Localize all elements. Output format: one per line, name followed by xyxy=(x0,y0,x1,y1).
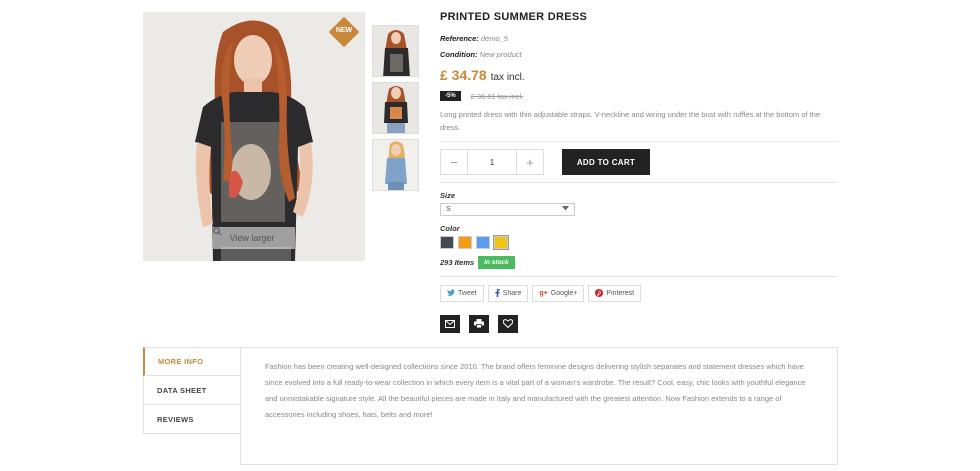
thumbnail-list xyxy=(372,25,419,196)
quantity-increase-button[interactable]: + xyxy=(516,149,544,175)
discount-badge: -5% xyxy=(440,91,461,101)
quantity-decrease-button[interactable]: − xyxy=(440,149,468,175)
tax-label: tax incl. xyxy=(490,72,525,83)
color-swatch[interactable] xyxy=(476,236,490,249)
envelope-icon xyxy=(445,315,455,333)
twitter-icon xyxy=(447,289,455,298)
divider xyxy=(440,182,838,183)
share-label: Share xyxy=(502,290,522,297)
condition-row: Condition: New product xyxy=(440,50,838,59)
reference-label: Reference: xyxy=(440,34,479,43)
wishlist-button[interactable] xyxy=(498,315,518,333)
old-price-row: -5% £ 36.61 tax incl. xyxy=(440,91,838,101)
thumbnail[interactable] xyxy=(372,25,419,77)
stock-row: 293 Items In stock xyxy=(440,256,838,269)
color-swatch[interactable] xyxy=(440,236,454,249)
quantity-input[interactable]: 1 xyxy=(468,149,516,175)
new-badge: NEW xyxy=(328,16,360,48)
thumbnail[interactable] xyxy=(372,139,419,191)
size-select-value: S xyxy=(446,206,451,213)
thumbnail[interactable] xyxy=(372,82,419,134)
reference-row: Reference: demo_5 xyxy=(440,34,838,43)
pinterest-label: Pinterest xyxy=(606,290,635,297)
product-description: Long printed dress with thin adjustable … xyxy=(440,110,821,132)
condition-label: Condition: xyxy=(440,50,478,59)
info-tabs: MORE INFO DATA SHEET REVIEWS xyxy=(143,347,241,434)
tweet-button[interactable]: Tweet xyxy=(440,285,484,302)
tweet-label: Tweet xyxy=(458,290,477,297)
send-to-friend-button[interactable] xyxy=(440,315,460,333)
tab-data-sheet[interactable]: DATA SHEET xyxy=(143,376,241,405)
google-plus-label: Google+ xyxy=(550,290,578,297)
color-label: Color xyxy=(440,224,460,233)
product-info: PRINTED SUMMER DRESS Reference: demo_5 C… xyxy=(440,10,838,333)
share-row: Tweet Share g+ Google+ Pinterest xyxy=(440,285,838,302)
printer-icon xyxy=(474,315,484,333)
reference-value: demo_5 xyxy=(480,34,508,43)
more-info-content: Fashion has been creating well-designed … xyxy=(240,347,838,465)
stock-count: 293 Items xyxy=(440,258,475,267)
pinterest-icon xyxy=(595,288,604,299)
view-larger-label: View larger xyxy=(229,233,275,243)
print-button[interactable] xyxy=(469,315,489,333)
action-row xyxy=(440,315,838,333)
divider xyxy=(440,141,838,142)
size-select[interactable]: S xyxy=(440,203,575,216)
cart-row: − 1 + ADD TO CART xyxy=(440,149,838,175)
color-swatch[interactable] xyxy=(458,236,472,249)
product-title: PRINTED SUMMER DRESS xyxy=(440,11,588,23)
product-main-image[interactable]: NEW View larger xyxy=(143,12,365,261)
tab-reviews[interactable]: REVIEWS xyxy=(143,405,241,434)
tab-more-info[interactable]: MORE INFO xyxy=(143,347,241,376)
color-swatch[interactable] xyxy=(493,235,509,250)
chevron-down-icon xyxy=(562,206,569,213)
price-row: £ 34.78 tax incl. xyxy=(440,67,838,83)
facebook-icon xyxy=(494,288,500,299)
price: £ 34.78 xyxy=(440,67,487,83)
old-price: £ 36.61 tax incl. xyxy=(470,91,524,101)
facebook-share-button[interactable]: Share xyxy=(487,285,529,302)
heart-icon xyxy=(502,315,514,333)
pinterest-button[interactable]: Pinterest xyxy=(588,285,642,302)
google-plus-icon: g+ xyxy=(539,290,548,297)
view-larger-button[interactable]: View larger xyxy=(213,227,295,249)
product-photo xyxy=(143,12,365,261)
add-to-cart-button[interactable]: ADD TO CART xyxy=(562,149,650,175)
google-plus-button[interactable]: g+ Google+ xyxy=(532,285,585,302)
stock-status-badge: In stock xyxy=(478,256,515,269)
divider xyxy=(440,276,838,277)
condition-value: New product xyxy=(479,50,522,59)
color-swatches xyxy=(440,235,838,250)
size-label: Size xyxy=(440,191,456,200)
